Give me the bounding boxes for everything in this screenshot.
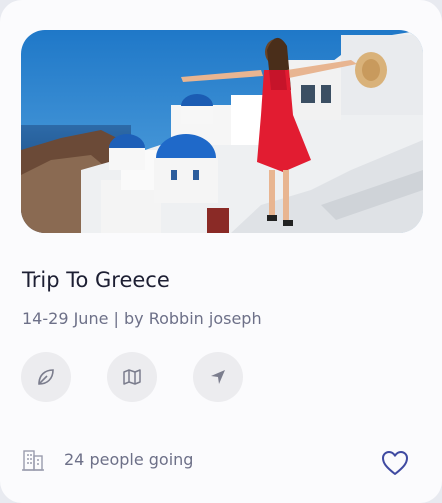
heart-outline-icon xyxy=(382,451,408,475)
map-icon xyxy=(123,369,141,385)
leaf-icon xyxy=(38,369,54,385)
map-button[interactable] xyxy=(107,352,157,402)
trip-title: Trip To Greece xyxy=(22,268,170,292)
trip-card[interactable]: Trip To Greece 14-29 June | by Robbin jo… xyxy=(0,0,442,503)
favorite-button[interactable] xyxy=(380,449,410,477)
navigation-arrow-icon xyxy=(211,370,225,384)
trip-photo xyxy=(21,30,423,233)
building-icon xyxy=(22,447,44,471)
leaf-button[interactable] xyxy=(21,352,71,402)
trip-photo-illustration xyxy=(21,30,423,233)
people-going-count: 24 people going xyxy=(64,450,194,469)
trip-dates-author: 14-29 June | by Robbin joseph xyxy=(22,309,262,328)
navigate-button[interactable] xyxy=(193,352,243,402)
